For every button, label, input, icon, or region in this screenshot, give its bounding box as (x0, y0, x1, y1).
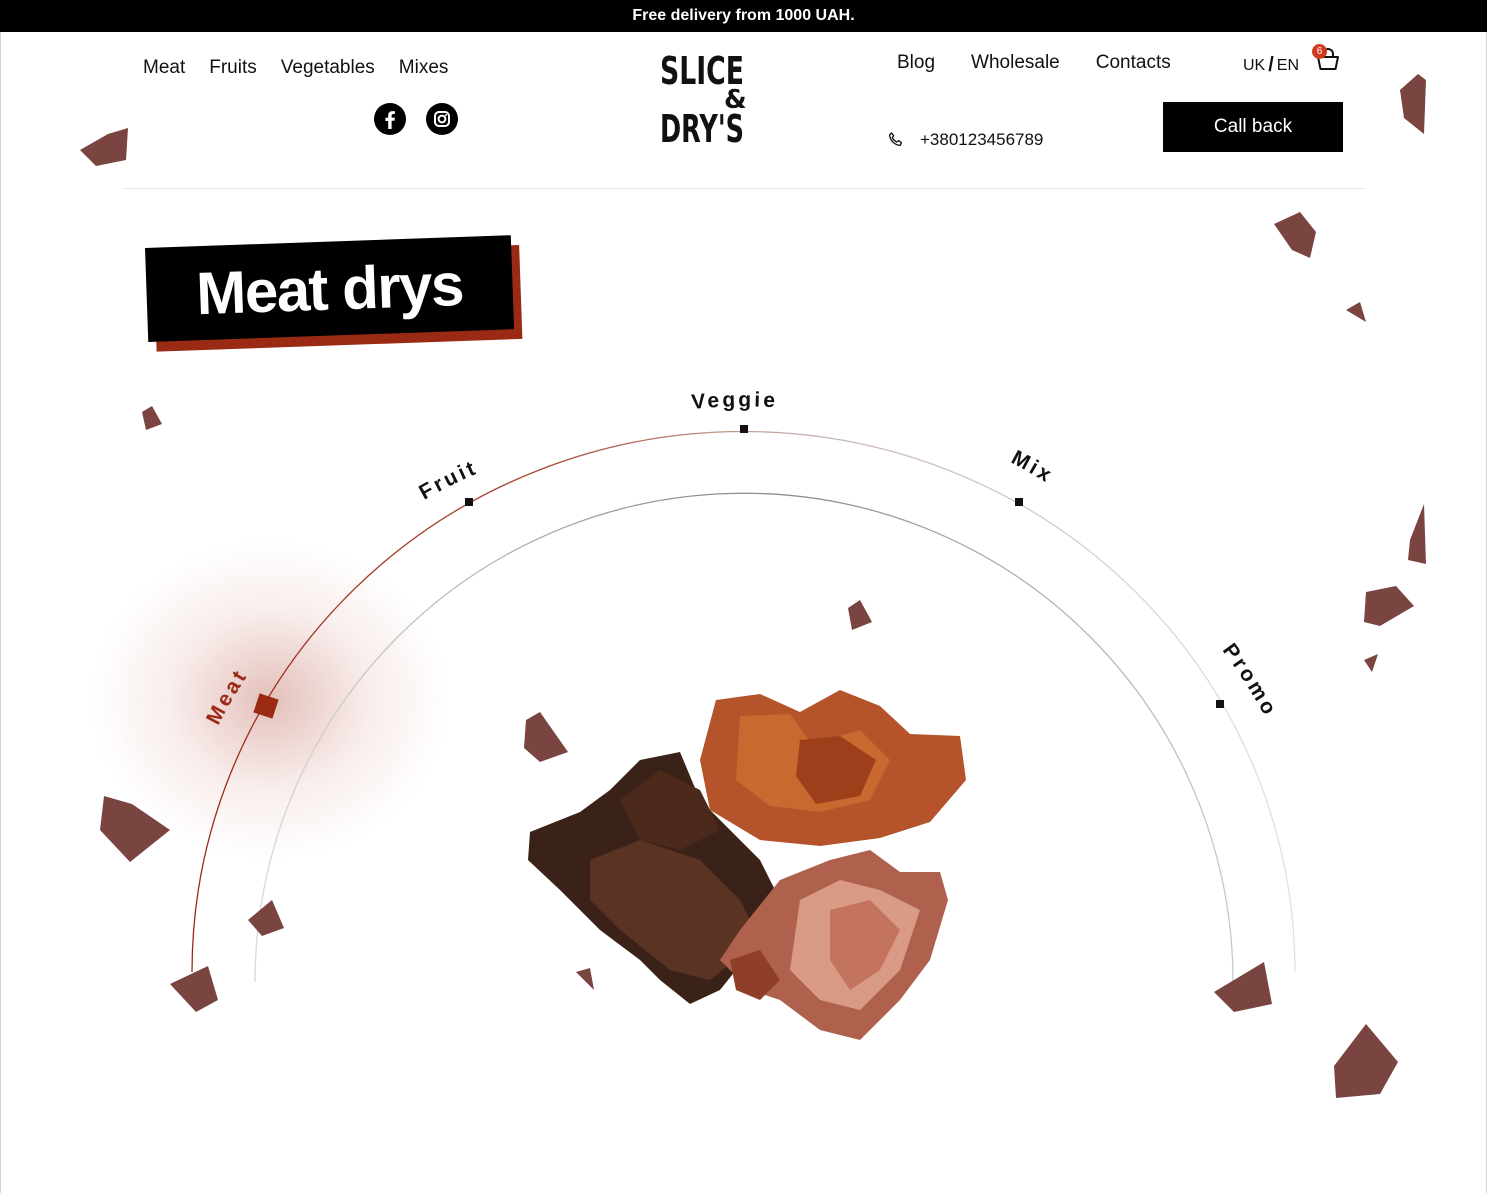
category-meat[interactable]: Meat (202, 664, 252, 728)
category-mix[interactable]: Mix (1008, 446, 1058, 488)
jerky-pile-illustration (528, 690, 966, 1040)
marker-fruit[interactable] (465, 498, 473, 506)
marker-meat[interactable] (253, 693, 279, 719)
category-promo[interactable]: Promo (1218, 639, 1282, 721)
marker-promo[interactable] (1216, 700, 1224, 708)
marker-veggie[interactable] (740, 425, 748, 433)
category-fruit[interactable]: Fruit (415, 456, 481, 504)
marker-mix[interactable] (1015, 498, 1023, 506)
category-veggie[interactable]: Veggie (690, 388, 778, 414)
category-wheel: Meat Fruit Veggie Mix Promo (80, 74, 1426, 1098)
